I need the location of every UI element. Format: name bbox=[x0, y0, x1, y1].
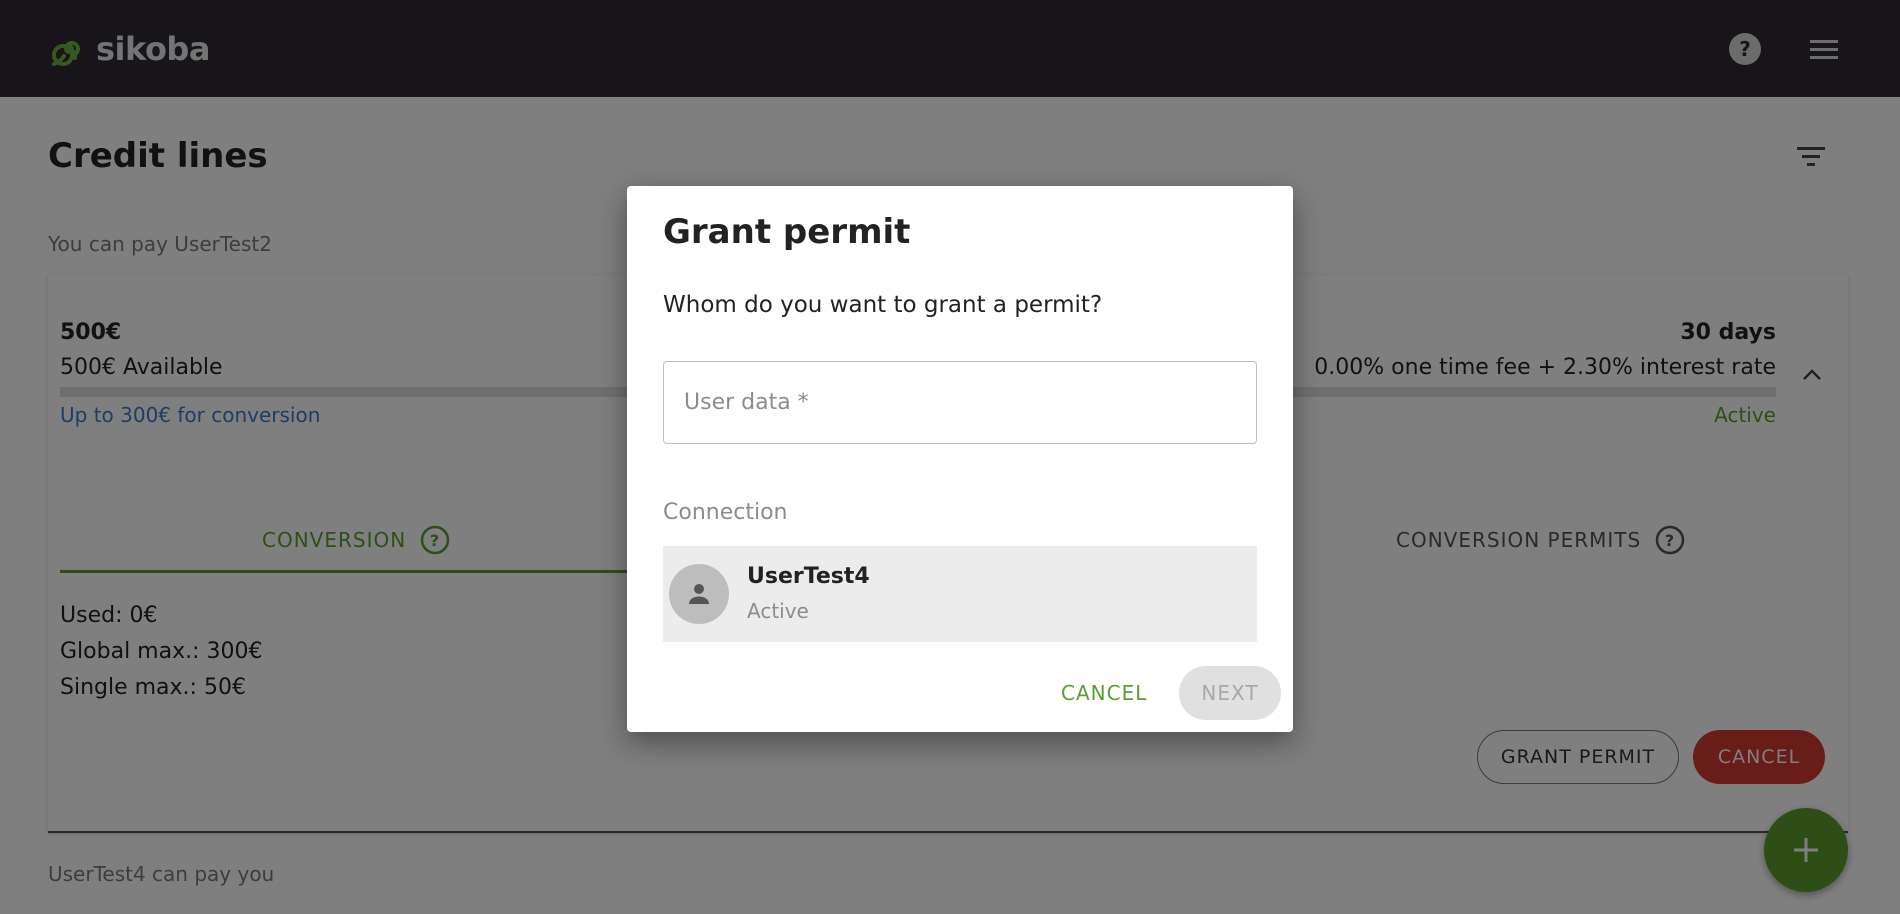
user-data-input[interactable] bbox=[663, 361, 1257, 444]
dialog-question: Whom do you want to grant a permit? bbox=[663, 292, 1103, 318]
connection-label: Connection bbox=[663, 500, 788, 525]
person-icon bbox=[689, 584, 709, 604]
connection-name: UserTest4 bbox=[747, 564, 870, 589]
grant-permit-dialog: Grant permit Whom do you want to grant a… bbox=[627, 186, 1293, 732]
dialog-cancel-button[interactable]: CANCEL bbox=[1061, 666, 1147, 720]
connection-item[interactable]: UserTest4 Active bbox=[663, 546, 1257, 642]
connection-status: Active bbox=[747, 599, 809, 623]
dialog-title: Grant permit bbox=[663, 212, 911, 252]
avatar bbox=[669, 564, 729, 624]
dialog-next-button[interactable]: NEXT bbox=[1179, 666, 1281, 720]
